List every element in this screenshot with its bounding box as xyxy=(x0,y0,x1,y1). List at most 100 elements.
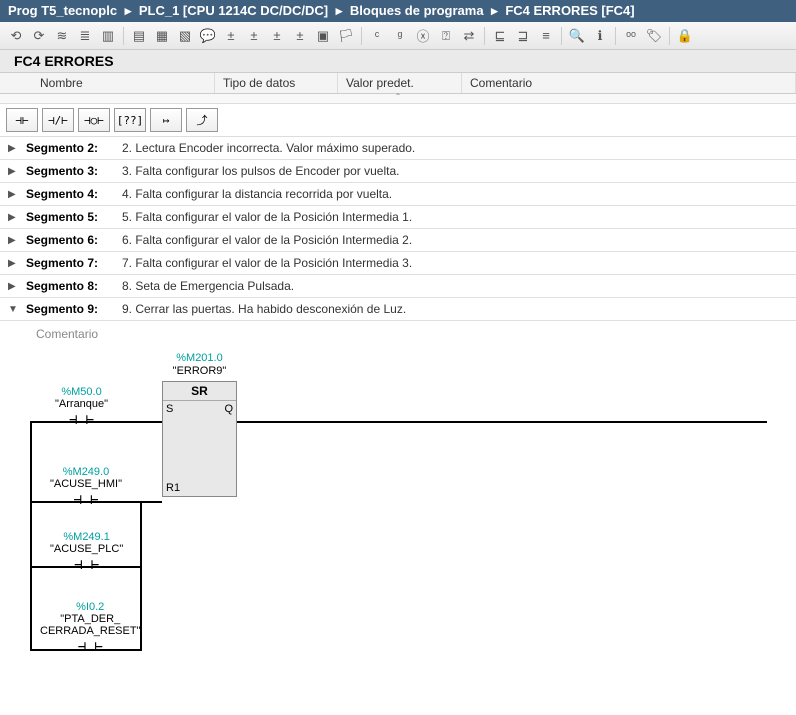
contact-acuse-hmi[interactable]: %M249.0 "ACUSE_HMI" ⊣ ⊢ xyxy=(50,466,122,508)
breadcrumb: Prog T5_tecnoplc ▸ PLC_1 [CPU 1214C DC/D… xyxy=(0,0,796,22)
ladder-network[interactable]: %M201.0 "ERROR9" SR S Q R1 %M50.0 "Arran… xyxy=(0,351,796,651)
interface-columns: Nombre Tipo de datos Valor predet. Comen… xyxy=(0,73,796,94)
col-name[interactable]: Nombre xyxy=(0,73,215,93)
wire xyxy=(237,421,767,423)
sr-flipflop-block[interactable]: %M201.0 "ERROR9" SR S Q R1 xyxy=(162,381,237,497)
expand-icon[interactable]: ▶ xyxy=(8,143,18,154)
toolbar-icon[interactable]: ⇄ xyxy=(459,26,479,46)
toolbar-icon[interactable]: ± xyxy=(267,26,287,46)
expand-icon[interactable]: ▶ xyxy=(8,189,18,200)
contact-acuse-plc[interactable]: %M249.1 "ACUSE_PLC" ⊣ ⊢ xyxy=(50,531,123,573)
segment-row[interactable]: ▶ Segmento 3: 3. Falta configurar los pu… xyxy=(0,160,796,183)
contact-no-icon: ⊣ ⊢ xyxy=(40,639,140,655)
segment-desc: 6. Falta configurar el valor de la Posic… xyxy=(122,233,412,247)
breadcrumb-part[interactable]: Bloques de programa xyxy=(350,3,484,18)
contact-arranque[interactable]: %M50.0 "Arranque" ⊣ ⊢ xyxy=(55,386,108,428)
collapse-icon[interactable]: ▼ xyxy=(8,304,18,315)
block-title: FC4 ERRORES xyxy=(0,50,796,73)
splitter[interactable] xyxy=(0,94,796,104)
toolbar-icon[interactable]: ± xyxy=(244,26,264,46)
segment-desc: 7. Falta configurar el valor de la Posic… xyxy=(122,256,412,270)
expand-icon[interactable]: ▶ xyxy=(8,281,18,292)
contact-address: %M50.0 xyxy=(55,386,108,398)
toolbar-icon[interactable]: ≡ xyxy=(536,26,556,46)
segment-row[interactable]: ▶ Segmento 8: 8. Seta de Emergencia Puls… xyxy=(0,275,796,298)
toolbar-icon[interactable]: ▤ xyxy=(129,26,149,46)
toolbar-icon[interactable]: ≣ xyxy=(75,26,95,46)
contact-address: %M249.1 xyxy=(50,531,123,543)
segment-row[interactable]: ▼ Segmento 9: 9. Cerrar las puertas. Ha … xyxy=(0,298,796,321)
contact-nc-button[interactable]: ⊣/⊢ xyxy=(42,108,74,132)
segment-label: Segmento 7: xyxy=(26,256,114,270)
branch-close-button[interactable]: ⤴ xyxy=(186,108,218,132)
toolbar-icon[interactable]: ⟳ xyxy=(29,26,49,46)
toolbar-icon[interactable]: ᵍ xyxy=(390,26,410,46)
sr-pin-q: Q xyxy=(224,403,233,415)
toolbar-icon[interactable]: 💬 xyxy=(198,26,218,46)
empty-box-button[interactable]: [??] xyxy=(114,108,146,132)
toolbar-icon[interactable]: ▥ xyxy=(98,26,118,46)
segment-label: Segmento 3: xyxy=(26,164,114,178)
toolbar-icon[interactable]: 🔒 xyxy=(675,26,695,46)
expand-icon[interactable]: ▶ xyxy=(8,166,18,177)
segment-label: Segmento 6: xyxy=(26,233,114,247)
toolbar-icon[interactable]: ± xyxy=(221,26,241,46)
branch-open-button[interactable]: ↦ xyxy=(150,108,182,132)
segment-label: Segmento 5: xyxy=(26,210,114,224)
segment-row[interactable]: ▶ Segmento 2: 2. Lectura Encoder incorre… xyxy=(0,137,796,160)
breadcrumb-sep: ▸ xyxy=(336,3,343,18)
toolbar-icon[interactable]: 🏷 xyxy=(644,26,664,46)
toolbar-separator xyxy=(361,27,362,45)
contact-pta-der[interactable]: %I0.2 "PTA_DER_ CERRADA_RESET" ⊣ ⊢ xyxy=(40,601,140,655)
toolbar-separator xyxy=(484,27,485,45)
breadcrumb-sep: ▸ xyxy=(491,3,498,18)
contact-symbol-name: "ACUSE_HMI" xyxy=(50,478,122,490)
editor-toolbar: ⟲ ⟳ ≋ ≣ ▥ ▤ ▦ ▧ 💬 ± ± ± ± ▣ 🏳 ᶜ ᵍ ⓧ ⍰ ⇄ … xyxy=(0,22,796,50)
expand-icon[interactable]: ▶ xyxy=(8,235,18,246)
toolbar-separator xyxy=(123,27,124,45)
segment-row[interactable]: ▶ Segmento 7: 7. Falta configurar el val… xyxy=(0,252,796,275)
toolbar-icon[interactable]: ▣ xyxy=(313,26,333,46)
toolbar-icon[interactable]: ≋ xyxy=(52,26,72,46)
coil-button[interactable]: ⊣○⊢ xyxy=(78,108,110,132)
toolbar-icon[interactable]: ᶜ xyxy=(367,26,387,46)
expand-icon[interactable]: ▶ xyxy=(8,212,18,223)
toolbar-separator xyxy=(561,27,562,45)
toolbar-icon[interactable]: ⍰ xyxy=(436,26,456,46)
toolbar-separator xyxy=(615,27,616,45)
breadcrumb-part[interactable]: Prog T5_tecnoplc xyxy=(8,3,117,18)
segment-label: Segmento 8: xyxy=(26,279,114,293)
toolbar-icon[interactable]: ▧ xyxy=(175,26,195,46)
toolbar-icon[interactable]: 🔍 xyxy=(567,26,587,46)
segment-desc: 3. Falta configurar los pulsos de Encode… xyxy=(122,164,400,178)
sr-pin-s: S xyxy=(166,403,173,415)
segments-list: ▶ Segmento 2: 2. Lectura Encoder incorre… xyxy=(0,137,796,321)
contact-no-icon: ⊣ ⊢ xyxy=(50,492,122,508)
toolbar-icon[interactable]: ℹ xyxy=(590,26,610,46)
segment-row[interactable]: ▶ Segmento 4: 4. Falta configurar la dis… xyxy=(0,183,796,206)
segment-row[interactable]: ▶ Segmento 5: 5. Falta configurar el val… xyxy=(0,206,796,229)
toolbar-icon[interactable]: ± xyxy=(290,26,310,46)
toolbar-icon[interactable]: ⊑ xyxy=(490,26,510,46)
contact-no-icon: ⊣ ⊢ xyxy=(50,557,123,573)
toolbar-icon[interactable]: ᵒᵒ xyxy=(621,26,641,46)
sr-pin-r1: R1 xyxy=(166,482,180,494)
segment-comment-placeholder[interactable]: Comentario xyxy=(0,321,796,351)
toolbar-icon[interactable]: ⓧ xyxy=(413,26,433,46)
col-type[interactable]: Tipo de datos xyxy=(215,73,338,93)
expand-icon[interactable]: ▶ xyxy=(8,258,18,269)
col-comment[interactable]: Comentario xyxy=(462,73,796,93)
contact-no-button[interactable]: ⊣⊢ xyxy=(6,108,38,132)
breadcrumb-part[interactable]: PLC_1 [CPU 1214C DC/DC/DC] xyxy=(139,3,328,18)
sr-symbol-name: "ERROR9" xyxy=(163,365,236,377)
segment-label: Segmento 9: xyxy=(26,302,114,316)
contact-symbol-name: "Arranque" xyxy=(55,398,108,410)
col-preset[interactable]: Valor predet. xyxy=(338,73,462,93)
toolbar-icon[interactable]: ▦ xyxy=(152,26,172,46)
segment-desc: 2. Lectura Encoder incorrecta. Valor máx… xyxy=(122,141,415,155)
toolbar-icon[interactable]: ⟲ xyxy=(6,26,26,46)
toolbar-icon[interactable]: 🏳 xyxy=(336,26,356,46)
breadcrumb-part[interactable]: FC4 ERRORES [FC4] xyxy=(505,3,634,18)
toolbar-icon[interactable]: ⊒ xyxy=(513,26,533,46)
segment-row[interactable]: ▶ Segmento 6: 6. Falta configurar el val… xyxy=(0,229,796,252)
